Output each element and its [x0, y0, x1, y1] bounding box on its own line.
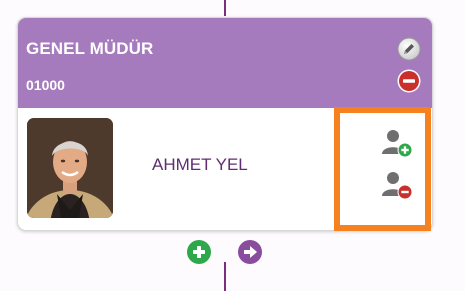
minus-circle-icon[interactable]	[397, 69, 421, 93]
person-name: AHMET YEL	[152, 155, 248, 174]
person-photo	[27, 118, 113, 218]
connector-line-bottom	[224, 262, 226, 291]
plus-circle-icon[interactable]	[186, 239, 212, 265]
node-code: 01000	[26, 77, 65, 93]
pencil-icon[interactable]	[397, 37, 421, 61]
node-title: GENEL MÜDÜR	[26, 39, 154, 58]
arrow-right-circle-icon[interactable]	[237, 239, 263, 265]
highlight-box	[334, 107, 431, 231]
connector-line-top	[224, 0, 226, 16]
node-header: GENEL MÜDÜR 01000	[18, 18, 432, 108]
